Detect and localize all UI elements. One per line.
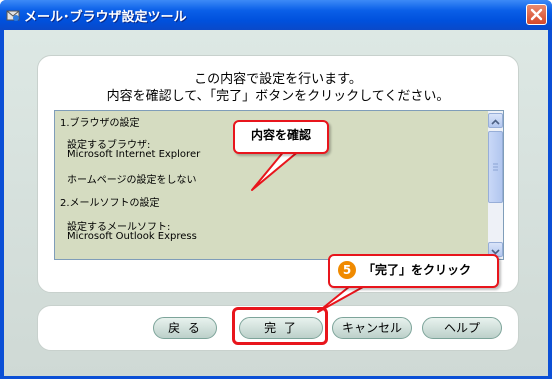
confirm-callout-text: 内容を確認 — [250, 128, 311, 142]
close-button[interactable] — [526, 4, 547, 25]
help-button-label: ヘルプ — [443, 321, 480, 335]
help-button[interactable]: ヘルプ — [422, 317, 502, 339]
cancel-button-label: キャンセル — [341, 321, 402, 335]
confirm-callout: 内容を確認 — [233, 120, 329, 154]
scroll-up-button[interactable] — [488, 113, 503, 128]
summary-line: ホームページの設定をしない — [67, 175, 197, 186]
close-icon — [530, 8, 543, 21]
step-callout-text: 「完了」をクリック — [363, 263, 472, 277]
window-title: メール･ブラウザ設定ツール — [24, 10, 187, 25]
grip-icon — [493, 163, 498, 171]
scrollbar-thumb[interactable] — [488, 131, 503, 203]
summary-scrollbar[interactable] — [488, 111, 503, 259]
summary-line: 2.メールソフトの設定 — [60, 198, 160, 209]
back-button[interactable]: 戻 る — [153, 317, 217, 339]
back-button-label: 戻 る — [168, 321, 202, 335]
arrow-up-icon — [491, 119, 500, 125]
step-number: 5 — [342, 263, 352, 277]
cancel-button[interactable]: キャンセル — [332, 317, 412, 339]
summary-line: 1.ブラウザの設定 — [60, 118, 140, 129]
summary-line: Microsoft Internet Explorer — [67, 149, 201, 160]
instruction-line-2: 内容を確認して、「完了」ボタンをクリックしてください。 — [106, 89, 450, 104]
app-icon — [6, 10, 20, 21]
summary-line: Microsoft Outlook Express — [67, 231, 197, 242]
finish-button-highlight — [232, 307, 328, 345]
title-bar[interactable]: メール･ブラウザ設定ツール — [0, 0, 552, 30]
step-callout: 5 「完了」をクリック — [328, 254, 499, 288]
